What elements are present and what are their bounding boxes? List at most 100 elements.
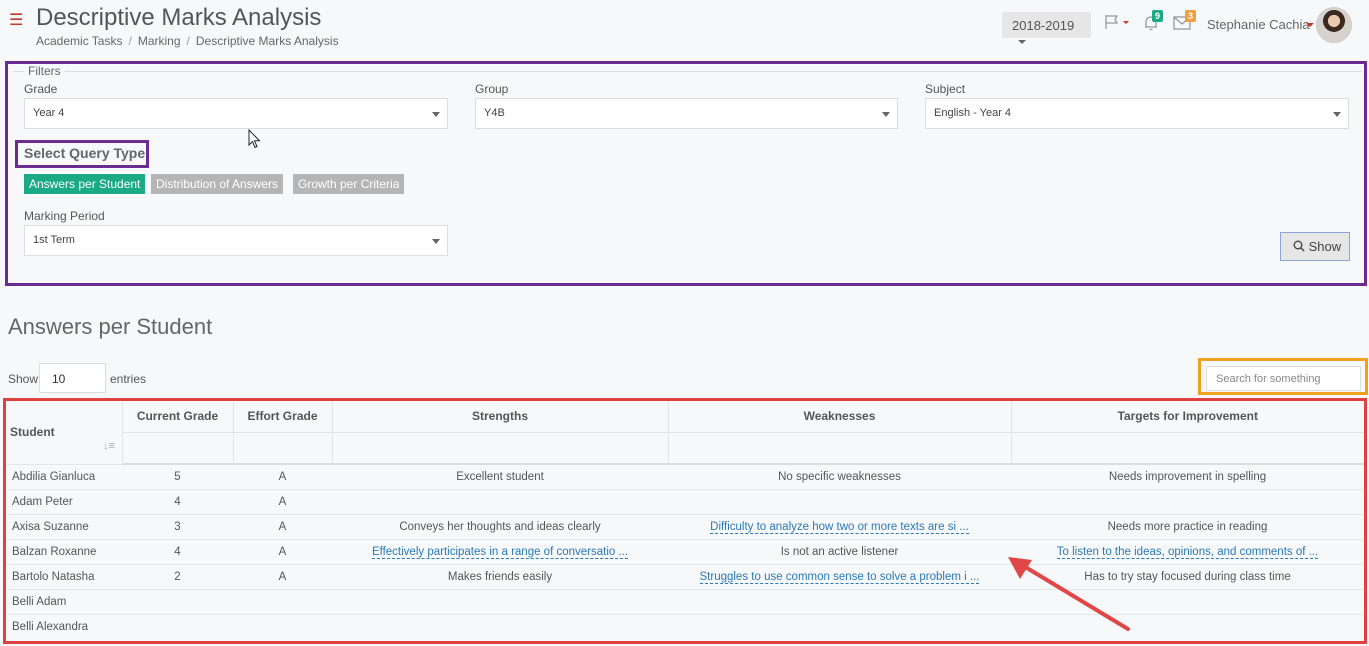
query-type-answers-per-student[interactable]: Answers per Student xyxy=(24,174,146,194)
marking-period-select[interactable]: 1st Term xyxy=(24,225,448,256)
cell-current-grade: 4 xyxy=(122,488,233,514)
grade-value: Year 4 xyxy=(33,107,65,119)
cell-strengths: Conveys her thoughts and ideas clearly xyxy=(332,513,668,539)
cell-strengths xyxy=(332,613,668,639)
show-entries-label: Show xyxy=(8,372,39,386)
cell-targets: Needs improvement in spelling xyxy=(1011,463,1364,489)
avatar[interactable] xyxy=(1316,7,1352,43)
sort-icon[interactable]: ↓≡ xyxy=(103,440,115,452)
cell-effort-grade: A xyxy=(233,563,332,589)
show-button[interactable]: Show xyxy=(1280,232,1350,261)
breadcrumb-item-academic-tasks[interactable]: Academic Tasks xyxy=(36,34,122,48)
cell-targets: Needs more practice in reading xyxy=(1011,513,1364,539)
column-header-weaknesses[interactable]: Weaknesses xyxy=(668,401,1012,432)
table-body: Abdilia Gianluca 5 A Excellent student No sp… xyxy=(6,463,1364,639)
cell-targets xyxy=(1011,488,1364,514)
cell-effort-grade: A xyxy=(233,538,332,564)
search-input[interactable]: Search for something xyxy=(1206,366,1361,391)
cell-weaknesses: Is not an active listener xyxy=(668,538,1011,564)
cell-strengths xyxy=(332,588,668,614)
user-name[interactable]: Stephanie Cachia xyxy=(1207,17,1310,32)
subject-select[interactable]: English - Year 4 xyxy=(925,98,1349,129)
cell-current-grade: 3 xyxy=(122,513,233,539)
cell-student: Balzan Roxanne xyxy=(6,538,122,564)
answers-table: Student Current Grade Effort Grade Stren… xyxy=(6,401,1364,639)
table-row[interactable]: Bartolo Natasha 2 A Makes friends easily Str… xyxy=(6,563,1364,589)
cell-current-grade: 2 xyxy=(122,563,233,589)
cell-student: Belli Adam xyxy=(6,588,122,614)
column-header-effort-grade[interactable]: Effort Grade xyxy=(233,401,333,432)
column-header-student[interactable]: Student xyxy=(6,401,123,464)
table-row[interactable]: Abdilia Gianluca 5 A Excellent student No sp… xyxy=(6,463,1364,489)
table-row[interactable]: Balzan Roxanne 4 A Effectively participates… xyxy=(6,538,1364,564)
cell-current-grade: 5 xyxy=(122,463,233,489)
cell-weaknesses: Difficulty to analyze how two or more te… xyxy=(668,513,1011,539)
cell-weaknesses: No specific weaknesses xyxy=(668,463,1011,489)
cell-current-grade: 4 xyxy=(122,538,233,564)
table-row[interactable]: Axisa Suzanne 3 A Conveys her thoughts and … xyxy=(6,513,1364,539)
notifications-badge: 9 xyxy=(1152,10,1164,22)
filters-legend: Filters xyxy=(24,64,65,78)
year-value: 2018-2019 xyxy=(1012,18,1075,33)
cell-weaknesses xyxy=(668,588,1011,614)
cell-student: Belli Alexandra xyxy=(6,613,122,639)
mouse-cursor-icon xyxy=(248,128,262,154)
breadcrumb: Academic Tasks / Marking / Descriptive Marks… xyxy=(36,34,339,48)
chevron-down-icon xyxy=(1018,39,1026,44)
cell-strengths: Excellent student xyxy=(332,463,668,489)
cell-strengths: Effectively participates in a range of c… xyxy=(332,538,668,564)
year-dropdown[interactable]: 2018-2019 xyxy=(1002,12,1091,44)
column-header-current-grade[interactable]: Current Grade xyxy=(122,401,234,432)
page-title: Descriptive Marks Analysis xyxy=(36,4,322,31)
subject-label: Subject xyxy=(925,82,966,96)
cell-effort-grade: A xyxy=(233,513,332,539)
cell-effort-grade: A xyxy=(233,488,332,514)
group-label: Group xyxy=(475,82,509,96)
cell-student: Abdilia Gianluca xyxy=(6,463,122,489)
marking-period-label: Marking Period xyxy=(24,209,105,223)
query-type-distribution-of-answers[interactable]: Distribution of Answers xyxy=(151,174,284,194)
breadcrumb-item-current: Descriptive Marks Analysis xyxy=(195,34,339,48)
header-filter-cell xyxy=(122,431,234,465)
grade-select[interactable]: Year 4 xyxy=(24,98,448,129)
chevron-down-icon[interactable] xyxy=(1306,23,1314,27)
entries-label: entries xyxy=(110,372,147,386)
table-row[interactable]: Belli Alexandra xyxy=(6,613,1364,639)
header-filter-cell xyxy=(233,431,333,465)
messages-badge: 3 xyxy=(1185,10,1197,22)
filters-divider xyxy=(14,71,1362,72)
truncated-text-link[interactable]: Effectively participates in a range of c… xyxy=(371,545,629,559)
group-select[interactable]: Y4B xyxy=(475,98,898,129)
breadcrumb-item-marking[interactable]: Marking xyxy=(138,34,181,48)
truncated-text-link[interactable]: Struggles to use common sense to solve a… xyxy=(699,570,980,584)
cell-student: Adam Peter xyxy=(6,488,122,514)
flag-icon xyxy=(1105,15,1129,29)
truncated-text-link[interactable]: Difficulty to analyze how two or more te… xyxy=(710,520,969,534)
cell-current-grade xyxy=(122,613,233,639)
grade-label: Grade xyxy=(24,82,58,96)
group-value: Y4B xyxy=(484,107,505,119)
chevron-down-icon xyxy=(882,112,890,117)
cell-effort-grade xyxy=(233,613,332,639)
chevron-down-icon xyxy=(1333,112,1341,117)
entries-length-select[interactable]: 10 xyxy=(39,363,106,393)
chevron-down-icon xyxy=(432,112,440,117)
cell-effort-grade: A xyxy=(233,463,332,489)
cell-strengths xyxy=(332,488,668,514)
query-type-growth-per-criteria[interactable]: Growth per Criteria xyxy=(293,174,405,194)
flag-menu[interactable] xyxy=(1104,14,1130,35)
cell-weaknesses xyxy=(668,613,1011,639)
column-header-targets[interactable]: Targets for Improvement xyxy=(1011,401,1364,432)
header-filter-cell xyxy=(1011,431,1364,465)
cell-student: Bartolo Natasha xyxy=(6,563,122,589)
cell-student: Axisa Suzanne xyxy=(6,513,122,539)
cell-current-grade xyxy=(122,588,233,614)
section-title: Answers per Student xyxy=(8,314,213,339)
column-header-strengths[interactable]: Strengths xyxy=(332,401,669,432)
cell-weaknesses xyxy=(668,488,1011,514)
table-row[interactable]: Belli Adam xyxy=(6,588,1364,614)
cell-strengths: Makes friends easily xyxy=(332,563,668,589)
table-row[interactable]: Adam Peter 4 A xyxy=(6,488,1364,514)
menu-icon[interactable]: ☰ xyxy=(9,10,23,30)
search-icon xyxy=(1293,240,1305,252)
